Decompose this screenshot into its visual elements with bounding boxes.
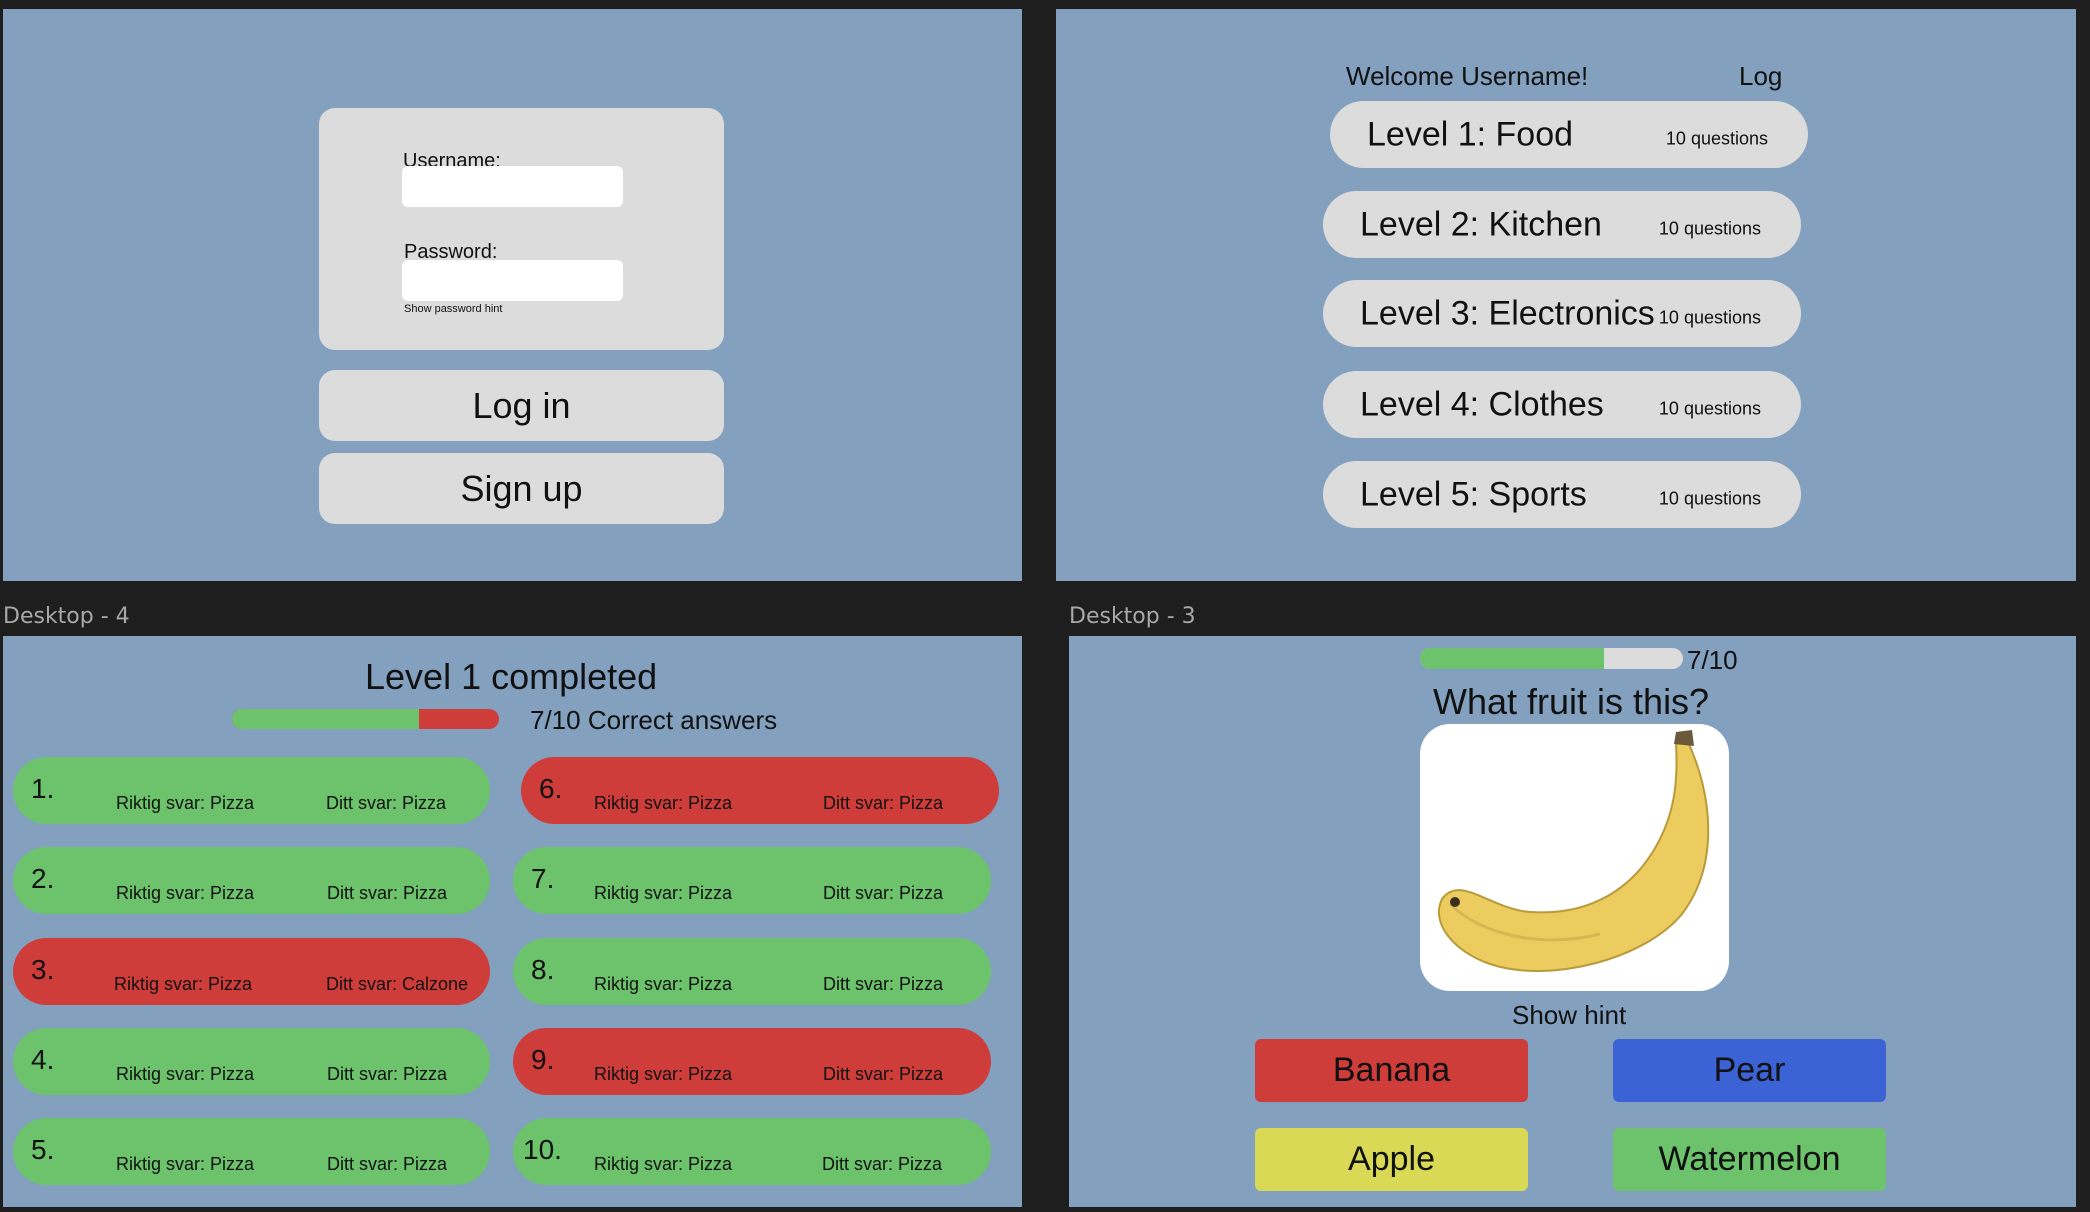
- question-text: What fruit is this?: [1433, 681, 1710, 722]
- correct-answer-text: Riktig svar: Pizza: [116, 793, 255, 813]
- password-input[interactable]: [402, 260, 623, 301]
- login-screen: Username: Password: Show password hint L…: [3, 9, 1022, 581]
- correct-answer-text: Riktig svar: Pizza: [594, 793, 733, 813]
- answer-banana-button[interactable]: Banana: [1255, 1039, 1528, 1102]
- correct-answer-text: Riktig svar: Pizza: [594, 974, 733, 994]
- your-answer-text: Ditt svar: Pizza: [327, 1064, 448, 1084]
- score-bar: [232, 709, 499, 729]
- result-number: 3.: [31, 954, 55, 985]
- result-number: 6.: [539, 773, 563, 804]
- result-number: 10.: [523, 1134, 562, 1165]
- answer-pear-button[interactable]: Pear: [1613, 1039, 1886, 1102]
- result-row-10: 10. Riktig svar: Pizza Ditt svar: Pizza: [513, 1118, 991, 1185]
- level-item-kitchen[interactable]: Level 2: Kitchen 10 questions: [1323, 191, 1801, 258]
- quiz-progress-text: 7/10: [1687, 645, 1738, 675]
- quiz-progress-bar: [1420, 648, 1683, 669]
- your-answer-text: Ditt svar: Pizza: [823, 793, 944, 813]
- level-item-sports[interactable]: Level 5: Sports 10 questions: [1323, 461, 1801, 528]
- your-answer-text: Ditt svar: Pizza: [327, 1154, 448, 1174]
- score-bar-fill: [232, 709, 419, 729]
- result-row-1: 1. Riktig svar: Pizza Ditt svar: Pizza: [13, 757, 490, 824]
- result-number: 5.: [31, 1134, 55, 1165]
- correct-answer-text: Riktig svar: Pizza: [594, 883, 733, 903]
- result-row-4: 4. Riktig svar: Pizza Ditt svar: Pizza: [13, 1028, 490, 1095]
- banana-icon: [1437, 730, 1710, 972]
- correct-answers-text: 7/10 Correct answers: [530, 705, 778, 735]
- banana-image: [1420, 724, 1729, 991]
- your-answer-text: Ditt svar: Pizza: [823, 974, 944, 994]
- result-number: 4.: [31, 1044, 55, 1075]
- correct-answer-text: Riktig svar: Pizza: [116, 1064, 255, 1084]
- welcome-text: Welcome Username!: [1346, 61, 1589, 91]
- result-row-2: 2. Riktig svar: Pizza Ditt svar: Pizza: [13, 847, 490, 914]
- level-name: Level 2: Kitchen: [1360, 205, 1602, 243]
- result-number: 8.: [531, 954, 555, 985]
- login-card: Username: Password: Show password hint: [319, 108, 724, 350]
- result-number: 2.: [31, 863, 55, 894]
- frame-label-desktop-4: Desktop - 4: [3, 604, 130, 629]
- result-row-8: 8. Riktig svar: Pizza Ditt svar: Pizza: [513, 938, 991, 1005]
- results-title: Level 1 completed: [365, 656, 658, 697]
- level-item-electronics[interactable]: Level 3: Electronics 10 questions: [1323, 280, 1801, 347]
- your-answer-text: Ditt svar: Pizza: [822, 1154, 943, 1174]
- level-name: Level 4: Clothes: [1360, 385, 1604, 423]
- correct-answer-text: Riktig svar: Pizza: [594, 1154, 733, 1174]
- log-link[interactable]: Log: [1739, 61, 1782, 92]
- show-hint-link[interactable]: Show hint: [1512, 1000, 1626, 1031]
- results-screen: Level 1 completed 7/10 Correct answers 1…: [3, 636, 1022, 1207]
- result-row-3: 3. Riktig svar: Pizza Ditt svar: Calzone: [13, 938, 490, 1005]
- level-name: Level 3: Electronics: [1360, 294, 1655, 332]
- level-item-clothes[interactable]: Level 4: Clothes 10 questions: [1323, 371, 1801, 438]
- level-item-food[interactable]: Level 1: Food 10 questions: [1330, 101, 1808, 168]
- correct-answer-text: Riktig svar: Pizza: [114, 974, 253, 994]
- level-question-count: 10 questions: [1658, 218, 1761, 239]
- your-answer-text: Ditt svar: Pizza: [326, 793, 447, 813]
- correct-answer-text: Riktig svar: Pizza: [116, 883, 255, 903]
- quiz-progress-fill: [1420, 648, 1605, 669]
- your-answer-text: Ditt svar: Pizza: [823, 1064, 944, 1084]
- signup-button[interactable]: Sign up: [319, 453, 724, 524]
- level-question-count: 10 questions: [1658, 307, 1761, 328]
- result-row-5: 5. Riktig svar: Pizza Ditt svar: Pizza: [13, 1118, 490, 1185]
- username-input[interactable]: [402, 166, 623, 207]
- level-name: Level 5: Sports: [1360, 475, 1587, 513]
- level-question-count: 10 questions: [1665, 128, 1768, 149]
- correct-answer-text: Riktig svar: Pizza: [116, 1154, 255, 1174]
- result-row-9: 9. Riktig svar: Pizza Ditt svar: Pizza: [513, 1028, 991, 1095]
- result-row-7: 7. Riktig svar: Pizza Ditt svar: Pizza: [513, 847, 991, 914]
- login-button[interactable]: Log in: [319, 370, 724, 441]
- level-name: Level 1: Food: [1367, 115, 1574, 153]
- show-password-hint-link[interactable]: Show password hint: [404, 303, 502, 315]
- answer-watermelon-button[interactable]: Watermelon: [1613, 1128, 1886, 1191]
- quiz-screen: 7/10 What fruit is this? Show hint Banan…: [1069, 636, 2076, 1207]
- answer-apple-button[interactable]: Apple: [1255, 1128, 1528, 1191]
- result-number: 9.: [531, 1044, 555, 1075]
- level-question-count: 10 questions: [1658, 488, 1761, 509]
- your-answer-text: Ditt svar: Calzone: [326, 974, 469, 994]
- your-answer-text: Ditt svar: Pizza: [327, 883, 448, 903]
- frame-label-desktop-3: Desktop - 3: [1069, 604, 1196, 629]
- result-number: 1.: [31, 773, 55, 804]
- result-row-6: 6. Riktig svar: Pizza Ditt svar: Pizza: [521, 757, 999, 824]
- correct-answer-text: Riktig svar: Pizza: [594, 1064, 733, 1084]
- level-question-count: 10 questions: [1658, 398, 1761, 419]
- result-number: 7.: [531, 863, 555, 894]
- your-answer-text: Ditt svar: Pizza: [823, 883, 944, 903]
- level-select-screen: Welcome Username! Log Level 1: Food 10 q…: [1056, 9, 2076, 581]
